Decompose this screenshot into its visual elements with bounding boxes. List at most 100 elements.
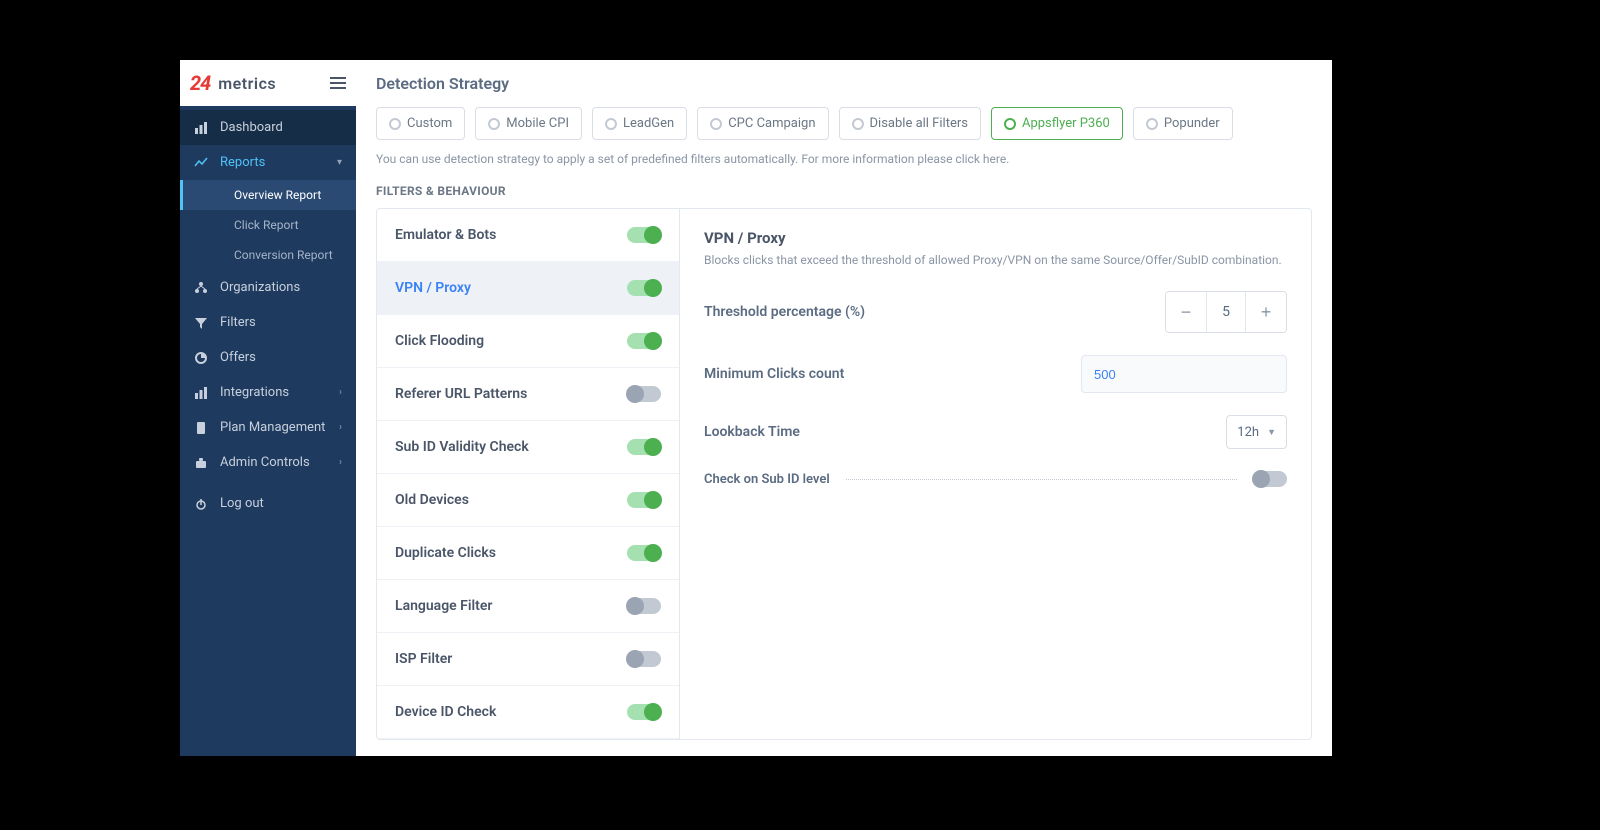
strategy-label: Disable all Filters [870,116,968,131]
brand-text: metrics [218,74,276,93]
strategy-appsflyer-p360[interactable]: Appsflyer P360 [991,107,1123,140]
sidebar-item-plan-management[interactable]: Plan Management › [180,410,356,445]
filter-name: Language Filter [395,598,492,614]
filter-row-click-flooding[interactable]: Click Flooding [377,315,679,368]
check-circle-icon [1004,118,1016,130]
sidebar-item-label: Filters [220,315,256,330]
strategy-label: LeadGen [623,116,674,131]
check-circle-icon [488,118,500,130]
sidebar-item-label: Integrations [220,385,289,400]
page-title: Detection Strategy [376,74,1312,93]
sidebar-item-label: Plan Management [220,420,325,435]
filter-row-device-id-check[interactable]: Device ID Check [377,686,679,739]
sidebar-item-logout[interactable]: Log out [180,486,356,521]
sidebar: 24 metrics Dashboard Reports ▾ Overview … [180,60,356,756]
check-circle-icon [710,118,722,130]
threshold-increment-button[interactable]: + [1246,292,1286,332]
filter-row-subid-validity[interactable]: Sub ID Validity Check [377,421,679,474]
lookback-select[interactable]: 12h ▼ [1226,415,1287,449]
sidebar-item-dashboard[interactable]: Dashboard [180,110,356,145]
filter-row-vpn-proxy[interactable]: VPN / Proxy [377,262,679,315]
filter-row-language-filter[interactable]: Language Filter [377,580,679,633]
toggle-subid-level[interactable] [1253,471,1287,487]
section-label: FILTERS & BEHAVIOUR [376,184,1312,198]
org-icon [194,281,208,295]
threshold-value: 5 [1206,292,1246,332]
sidebar-item-filters[interactable]: Filters [180,305,356,340]
strategy-label: CPC Campaign [728,116,815,131]
strategy-row: Custom Mobile CPI LeadGen CPC Campaign D… [376,107,1312,140]
toggle-old-devices[interactable] [627,492,661,508]
sidebar-item-admin-controls[interactable]: Admin Controls › [180,445,356,480]
lookback-row: Lookback Time 12h ▼ [704,415,1287,449]
brand-bar: 24 metrics [180,60,356,106]
sidebar-subitem-click-report[interactable]: Click Report [180,210,356,240]
filter-name: Emulator & Bots [395,227,496,243]
toggle-duplicate-clicks[interactable] [627,545,661,561]
strategy-leadgen[interactable]: LeadGen [592,107,687,140]
bar-chart-icon [194,386,208,400]
sidebar-item-organizations[interactable]: Organizations [180,270,356,305]
strategy-disable-all[interactable]: Disable all Filters [839,107,981,140]
subid-row: Check on Sub ID level [704,471,1287,487]
filter-name: Device ID Check [395,704,496,720]
toggle-vpn-proxy[interactable] [627,280,661,296]
filter-name: Referer URL Patterns [395,386,527,402]
toggle-language-filter[interactable] [627,598,661,614]
sidebar-subitem-conversion-report[interactable]: Conversion Report [180,240,356,270]
chevron-right-icon: › [339,387,342,398]
filter-name: Sub ID Validity Check [395,439,529,455]
filter-row-duplicate-clicks[interactable]: Duplicate Clicks [377,527,679,580]
strategy-label: Custom [407,116,452,131]
check-circle-icon [852,118,864,130]
sidebar-item-label: Log out [220,496,264,511]
sidebar-item-label: Offers [220,350,256,365]
strategy-mobile-cpi[interactable]: Mobile CPI [475,107,582,140]
toggle-isp-filter[interactable] [627,651,661,667]
toggle-click-flooding[interactable] [627,333,661,349]
filter-name: VPN / Proxy [395,280,471,296]
sidebar-item-offers[interactable]: Offers [180,340,356,375]
hamburger-icon[interactable] [330,77,346,89]
sidebar-item-label: Reports [220,155,265,170]
toggle-emulator-bots[interactable] [627,227,661,243]
min-clicks-input[interactable] [1081,355,1287,393]
strategy-cpc-campaign[interactable]: CPC Campaign [697,107,828,140]
filter-row-referer-url[interactable]: Referer URL Patterns [377,368,679,421]
filter-name: Click Flooding [395,333,484,349]
threshold-decrement-button[interactable]: − [1166,292,1206,332]
filter-row-old-devices[interactable]: Old Devices [377,474,679,527]
pie-icon [194,351,208,365]
filter-detail: VPN / Proxy Blocks clicks that exceed th… [680,209,1311,739]
filter-name: ISP Filter [395,651,452,667]
power-icon [194,497,208,511]
check-circle-icon [605,118,617,130]
threshold-row: Threshold percentage (%) − 5 + [704,291,1287,333]
check-circle-icon [1146,118,1158,130]
brand-logo: 24 [190,71,210,95]
doc-icon [194,421,208,435]
toggle-referer-url[interactable] [627,386,661,402]
sidebar-item-reports[interactable]: Reports ▾ [180,145,356,180]
strategy-label: Mobile CPI [506,116,569,131]
detail-title: VPN / Proxy [704,229,1287,247]
sidebar-item-label: Admin Controls [220,455,310,470]
strategy-label: Popunder [1164,116,1220,131]
check-circle-icon [389,118,401,130]
sidebar-item-integrations[interactable]: Integrations › [180,375,356,410]
app-window: 24 metrics Dashboard Reports ▾ Overview … [180,60,1332,756]
strategy-hint: You can use detection strategy to apply … [376,152,1312,166]
strategy-popunder[interactable]: Popunder [1133,107,1233,140]
filter-name: Old Devices [395,492,469,508]
sidebar-subitem-overview-report[interactable]: Overview Report [180,180,356,210]
filter-row-isp-filter[interactable]: ISP Filter [377,633,679,686]
chevron-down-icon: ▾ [337,157,342,168]
chevron-right-icon: › [339,457,342,468]
filter-row-emulator-bots[interactable]: Emulator & Bots [377,209,679,262]
chevron-right-icon: › [339,422,342,433]
strategy-custom[interactable]: Custom [376,107,465,140]
toggle-subid-validity[interactable] [627,439,661,455]
chevron-down-icon: ▼ [1267,427,1276,438]
threshold-label: Threshold percentage (%) [704,304,865,320]
toggle-device-id-check[interactable] [627,704,661,720]
